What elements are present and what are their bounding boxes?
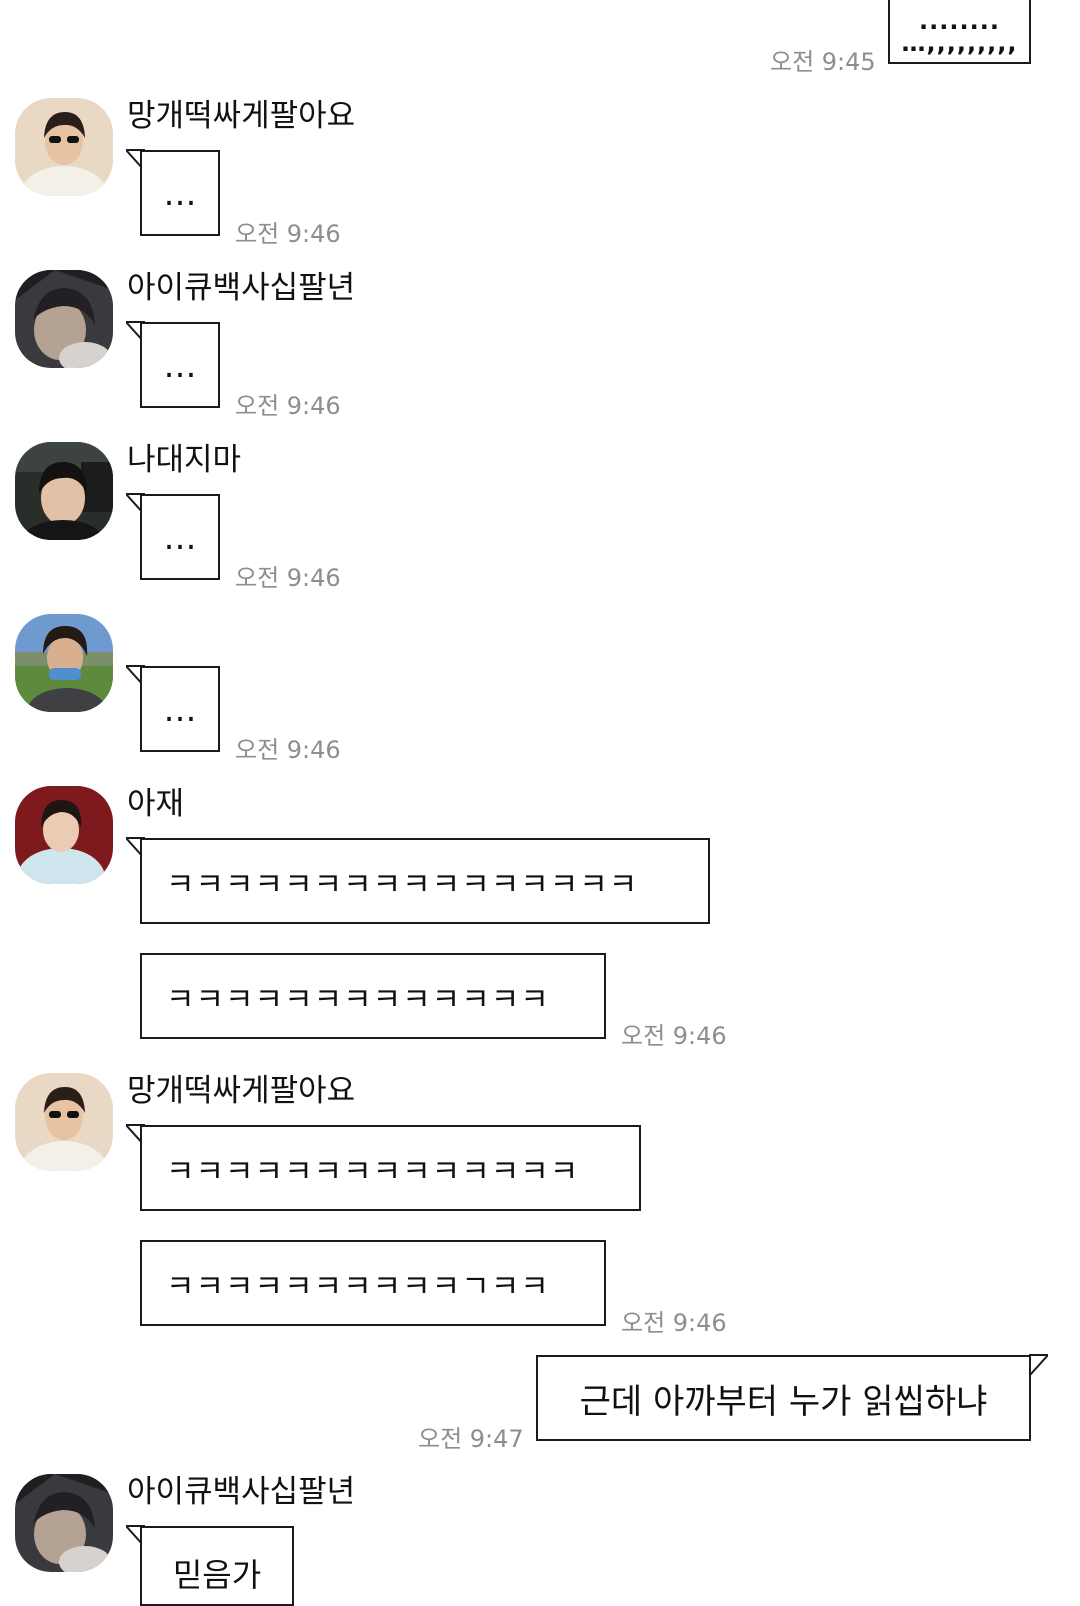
- avatar[interactable]: [15, 1073, 113, 1171]
- sender-name: 망개떡싸게팔아요: [127, 98, 356, 134]
- message-timestamp: 오전 9:47: [418, 1425, 524, 1453]
- bubble-text: 근데 아까부터 누가 읽씹하냐: [579, 1381, 988, 1422]
- message-bubble[interactable]: ㅋㅋㅋㅋㅋㅋㅋㅋㅋㅋㅋㅋㅋㅋㅋㅋ: [140, 838, 710, 924]
- sender-name: 아이큐백사십팔년: [127, 1474, 356, 1510]
- message-timestamp: 오전 9:46: [235, 564, 341, 592]
- bubble-text: 믿음가: [172, 1556, 262, 1594]
- avatar-photo: [15, 1474, 113, 1572]
- avatar-photo: [15, 98, 113, 196]
- message-timestamp: 오전 9:46: [235, 736, 341, 764]
- bubble-text: ㅋㅋㅋㅋㅋㅋㅋㅋㅋㅋㄱㅋㅋ: [166, 1268, 550, 1305]
- bubble-text: …,,,,,,,,,: [901, 29, 1018, 57]
- avatar-photo: [15, 1073, 113, 1171]
- message-timestamp: 오전 9:46: [235, 392, 341, 420]
- bubble-text: ㅋㅋㅋㅋㅋㅋㅋㅋㅋㅋㅋㅋㅋㅋㅋㅋ: [166, 866, 639, 903]
- avatar[interactable]: [15, 1474, 113, 1572]
- avatar[interactable]: [15, 442, 113, 540]
- avatar[interactable]: [15, 270, 113, 368]
- message-timestamp: 오전 9:46: [621, 1022, 727, 1050]
- message-bubble[interactable]: ㅋㅋㅋㅋㅋㅋㅋㅋㅋㅋㄱㅋㅋ: [140, 1240, 606, 1326]
- message-timestamp: 오전 9:46: [621, 1309, 727, 1337]
- outgoing-message-bubble[interactable]: ........ …,,,,,,,,,: [888, 0, 1031, 64]
- sender-name: 아재: [127, 786, 185, 822]
- bubble-text: …: [163, 517, 197, 557]
- outgoing-message-bubble[interactable]: 근데 아까부터 누가 읽씹하냐: [536, 1355, 1031, 1441]
- bubble-text: …: [163, 173, 197, 213]
- bubble-tail: [1029, 1354, 1048, 1377]
- bubble-text: …: [163, 689, 197, 729]
- bubble-text: …: [163, 345, 197, 385]
- avatar-photo: [15, 442, 113, 540]
- message-bubble[interactable]: …: [140, 494, 220, 580]
- avatar[interactable]: [15, 614, 113, 712]
- avatar[interactable]: [15, 98, 113, 196]
- message-bubble[interactable]: ㅋㅋㅋㅋㅋㅋㅋㅋㅋㅋㅋㅋㅋ: [140, 953, 606, 1039]
- message-bubble[interactable]: 믿음가: [140, 1526, 294, 1606]
- message-timestamp: 오전 9:46: [235, 220, 341, 248]
- message-bubble[interactable]: …: [140, 322, 220, 408]
- sender-name: 망개떡싸게팔아요: [127, 1073, 356, 1109]
- avatar-photo: [15, 270, 113, 368]
- bubble-text: ㅋㅋㅋㅋㅋㅋㅋㅋㅋㅋㅋㅋㅋ: [166, 981, 550, 1018]
- avatar-photo: [15, 614, 113, 712]
- bubble-text: ㅋㅋㅋㅋㅋㅋㅋㅋㅋㅋㅋㅋㅋㅋ: [166, 1153, 580, 1190]
- message-bubble[interactable]: …: [140, 150, 220, 236]
- message-bubble[interactable]: ㅋㅋㅋㅋㅋㅋㅋㅋㅋㅋㅋㅋㅋㅋ: [140, 1125, 641, 1211]
- sender-name: 나대지마: [127, 442, 242, 478]
- message-timestamp: 오전 9:45: [770, 48, 876, 76]
- sender-name: 아이큐백사십팔년: [127, 270, 356, 306]
- avatar-photo: [15, 786, 113, 884]
- avatar[interactable]: [15, 786, 113, 884]
- message-bubble[interactable]: …: [140, 666, 220, 752]
